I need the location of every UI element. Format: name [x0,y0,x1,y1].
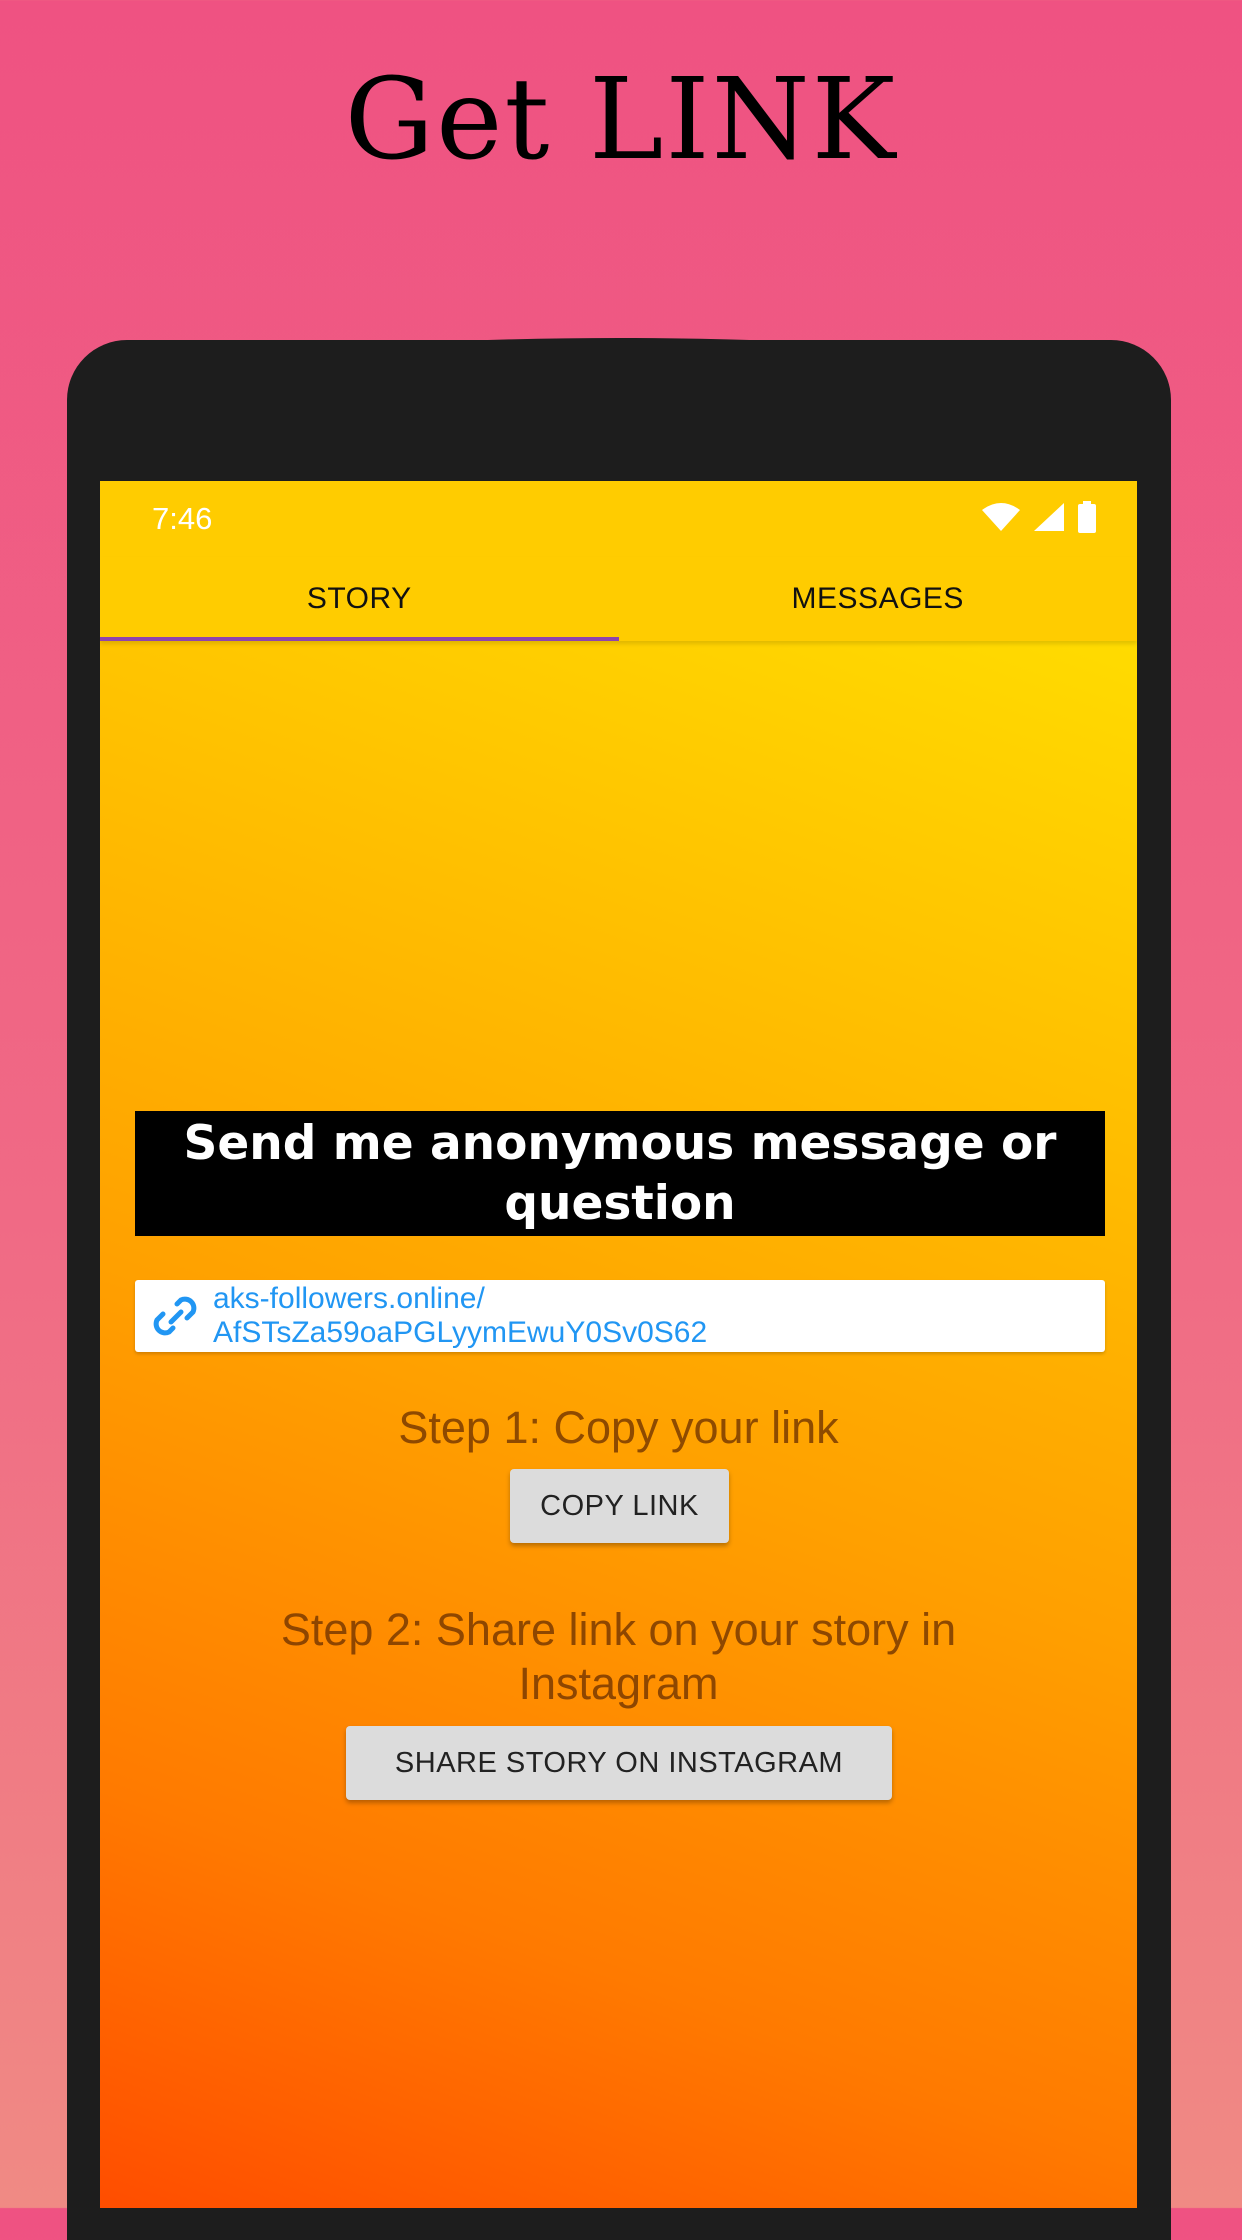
step2-text: Step 2: Share link on your story in Inst… [280,1604,957,1709]
app-screen: 7:46 STORY MESSAGES Send me anonymous me… [100,481,1137,2208]
copy-link-button[interactable]: COPY LINK [510,1469,729,1543]
link-icon [147,1288,203,1344]
link-field[interactable]: aks-followers.online/ AfSTsZa59oaPGLyymE… [135,1280,1105,1352]
link-text[interactable]: aks-followers.online/ AfSTsZa59oaPGLyymE… [213,1282,707,1350]
status-icons [981,500,1097,538]
share-story-button[interactable]: SHARE STORY ON INSTAGRAM [346,1726,892,1800]
wifi-icon [981,502,1021,537]
status-bar: 7:46 [100,481,1137,557]
promo-title: Get LINK [344,55,898,185]
link-text-line2: AfSTsZa59oaPGLyymEwuY0Sv0S62 [213,1316,708,1349]
tab-story[interactable]: STORY [100,557,619,641]
step1-text: Step 1: Copy your link [398,1402,839,1453]
status-time: 7:46 [152,501,213,536]
battery-icon [1077,500,1097,538]
link-text-line1: aks-followers.online/ [213,1282,485,1315]
headline-banner: Send me anonymous message or question [135,1111,1105,1236]
signal-icon [1033,502,1065,537]
tab-bar: STORY MESSAGES [100,557,1137,641]
tab-messages[interactable]: MESSAGES [619,557,1138,641]
